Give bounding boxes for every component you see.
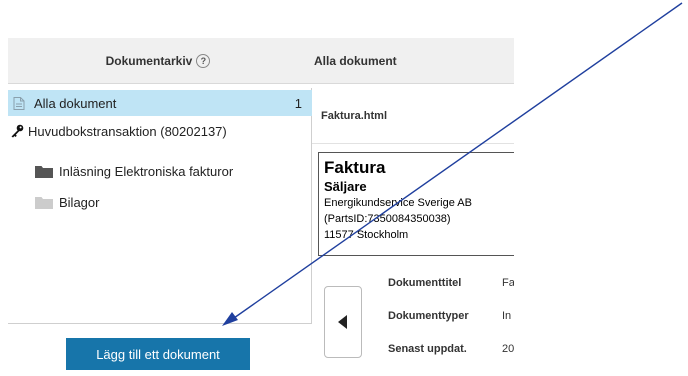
- archive-header: Dokumentarkiv ? Alla dokument: [8, 38, 514, 84]
- meta-value-updated: 20: [502, 343, 514, 355]
- folder-icon: [35, 196, 53, 209]
- tree-item-all-documents[interactable]: Alla dokument 1: [8, 90, 312, 116]
- document-icon: [13, 96, 25, 110]
- tree-item-transaction[interactable]: Huvudbokstransaktion (80202137): [8, 118, 227, 144]
- tree-item-label: Alla dokument: [34, 95, 117, 111]
- current-view-title: Alla dokument: [314, 54, 397, 68]
- preview-line: Energikundservice Sverige AB: [324, 197, 472, 209]
- preview-subtitle: Säljare: [324, 179, 367, 194]
- preview-line: (PartsID:7350084350038): [324, 213, 451, 225]
- meta-value-title: Fa: [502, 277, 514, 289]
- meta-value-types: In: [502, 310, 512, 322]
- meta-label-updated: Senast uppdat.: [388, 343, 467, 355]
- folder-icon: [35, 165, 53, 178]
- triangle-left-icon: [338, 315, 348, 329]
- document-count: 1: [294, 95, 302, 111]
- add-document-button[interactable]: Lägg till ett dokument: [66, 338, 250, 370]
- archive-title: Dokumentarkiv ?: [8, 38, 308, 84]
- document-filename: Faktura.html: [312, 88, 514, 144]
- tree-item-folder-attachments[interactable]: Bilagor: [35, 189, 99, 215]
- meta-label-types: Dokumenttyper: [388, 310, 469, 322]
- previous-document-button[interactable]: [324, 286, 362, 358]
- archive-title-text: Dokumentarkiv: [105, 54, 193, 68]
- meta-label-title: Dokumenttitel: [388, 277, 462, 289]
- preview-title: Faktura: [324, 158, 386, 177]
- document-tree: Alla dokument 1 Huvudbokstransaktion (80…: [8, 88, 312, 324]
- key-icon: [10, 124, 24, 138]
- tree-item-label: Inläsning Elektroniska fakturor: [59, 163, 234, 179]
- help-icon[interactable]: ?: [196, 54, 211, 68]
- tree-item-label: Bilagor: [59, 194, 100, 210]
- tree-item-folder-einvoices[interactable]: Inläsning Elektroniska fakturor: [35, 158, 233, 184]
- document-preview[interactable]: Faktura Säljare Energikundservice Sverig…: [318, 152, 514, 256]
- tree-item-label: Huvudbokstransaktion (80202137): [28, 123, 227, 139]
- preview-line: 11577 Stockholm: [324, 229, 409, 241]
